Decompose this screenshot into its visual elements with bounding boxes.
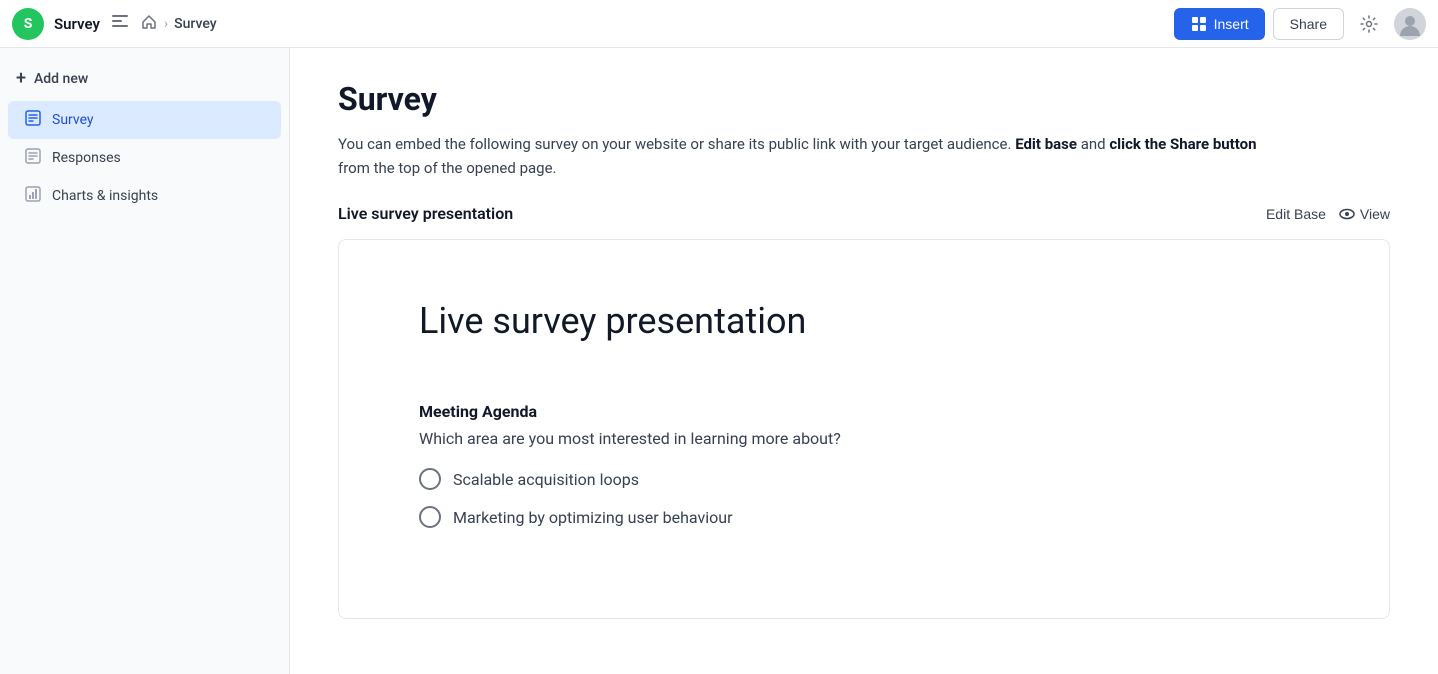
sidebar-item-survey-label: Survey <box>52 112 94 128</box>
click-share-inline: click the Share button <box>1109 135 1256 153</box>
settings-button[interactable] <box>1352 7 1386 41</box>
sidebar: + Add new Survey <box>0 48 290 674</box>
insert-button[interactable]: Insert <box>1174 8 1265 40</box>
radio-option-1[interactable]: Scalable acquisition loops <box>419 468 1309 490</box>
page-description: You can embed the following survey on yo… <box>338 132 1390 180</box>
sidebar-item-survey[interactable]: Survey <box>8 101 281 139</box>
survey-icon <box>24 109 42 131</box>
sidebar-toggle-icon[interactable] <box>110 11 130 36</box>
radio-label-1: Scalable acquisition loops <box>453 470 639 489</box>
sidebar-item-charts-label: Charts & insights <box>52 188 158 204</box>
radio-circle-2 <box>419 506 441 528</box>
question-block: Meeting Agenda Which area are you most i… <box>419 402 1309 528</box>
edit-base-button[interactable]: Edit Base <box>1266 206 1326 222</box>
sidebar-item-charts[interactable]: Charts & insights <box>8 177 281 215</box>
view-button[interactable]: View <box>1338 205 1390 223</box>
topnav-right: Insert Share <box>1174 7 1426 41</box>
app-avatar: S <box>12 8 44 40</box>
add-new-button[interactable]: + Add new <box>0 60 289 97</box>
top-navigation: S Survey › Survey <box>0 0 1438 48</box>
page-title: Survey <box>338 80 1390 118</box>
breadcrumb-current: Survey <box>174 16 216 32</box>
section-header: Live survey presentation Edit Base View <box>338 204 1390 223</box>
survey-card-title: Live survey presentation <box>419 300 1309 342</box>
home-icon[interactable] <box>140 13 158 35</box>
breadcrumb-separator: › <box>164 16 168 32</box>
question-text: Which area are you most interested in le… <box>419 429 1309 448</box>
radio-circle-1 <box>419 468 441 490</box>
responses-icon <box>24 147 42 169</box>
add-icon: + <box>16 68 26 89</box>
share-button[interactable]: Share <box>1273 8 1344 40</box>
app-title: Survey <box>54 15 100 33</box>
sidebar-item-responses[interactable]: Responses <box>8 139 281 177</box>
survey-preview-card: Live survey presentation Meeting Agenda … <box>338 239 1390 619</box>
main-layout: + Add new Survey <box>0 48 1438 674</box>
edit-base-inline: Edit base <box>1015 135 1077 153</box>
radio-label-2: Marketing by optimizing user behaviour <box>453 508 732 527</box>
section-title: Live survey presentation <box>338 204 513 223</box>
topnav-left: S Survey › Survey <box>12 8 1162 40</box>
question-section: Meeting Agenda <box>419 402 1309 421</box>
main-content: Survey You can embed the following surve… <box>290 48 1438 674</box>
sidebar-item-responses-label: Responses <box>52 150 121 166</box>
radio-option-2[interactable]: Marketing by optimizing user behaviour <box>419 506 1309 528</box>
user-avatar[interactable] <box>1394 8 1426 40</box>
section-actions: Edit Base View <box>1266 205 1390 223</box>
charts-icon <box>24 185 42 207</box>
breadcrumb: › Survey <box>140 13 217 35</box>
